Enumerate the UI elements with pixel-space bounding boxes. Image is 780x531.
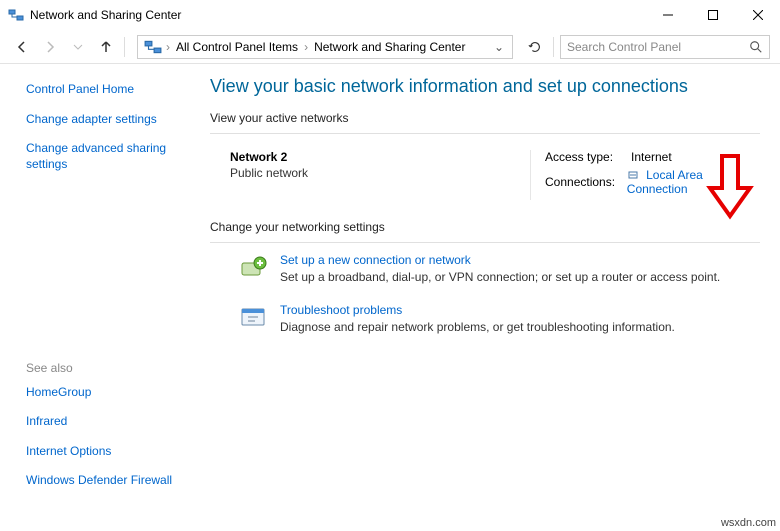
content-area: Control Panel Home Change adapter settin… [0, 64, 780, 515]
breadcrumb-current[interactable]: Network and Sharing Center [310, 40, 469, 54]
chevron-right-icon[interactable]: › [164, 40, 172, 54]
network-name: Network 2 [230, 150, 530, 164]
see-also-header: See also [26, 361, 198, 375]
toolbar-separator [553, 37, 554, 57]
setup-connection-icon [238, 253, 270, 285]
ethernet-icon [627, 170, 639, 182]
close-button[interactable] [735, 0, 780, 30]
access-type-label: Access type: [545, 150, 631, 164]
network-center-icon [8, 7, 24, 23]
access-type-value: Internet [631, 150, 672, 164]
divider [210, 133, 760, 134]
troubleshoot-icon [238, 303, 270, 335]
sidebar-change-adapter[interactable]: Change adapter settings [26, 112, 198, 128]
see-also-infrared[interactable]: Infrared [26, 414, 198, 430]
setup-connection-item: Set up a new connection or network Set u… [238, 253, 760, 285]
titlebar: Network and Sharing Center [0, 0, 780, 30]
setup-connection-desc: Set up a broadband, dial-up, or VPN conn… [280, 270, 720, 284]
window-title: Network and Sharing Center [30, 8, 645, 22]
sidebar-control-panel-home[interactable]: Control Panel Home [26, 82, 198, 98]
active-networks-header: View your active networks [210, 111, 760, 125]
sidebar-change-advanced[interactable]: Change advanced sharing settings [26, 141, 198, 172]
recent-dropdown[interactable] [66, 35, 90, 59]
divider [210, 242, 760, 243]
connections-label: Connections: [545, 175, 627, 189]
see-also-homegroup[interactable]: HomeGroup [26, 385, 198, 401]
search-icon[interactable] [749, 40, 763, 54]
see-also-firewall[interactable]: Windows Defender Firewall [26, 473, 198, 489]
search-input[interactable] [567, 40, 745, 54]
troubleshoot-link[interactable]: Troubleshoot problems [280, 303, 675, 317]
main-panel: View your basic network information and … [210, 64, 780, 515]
forward-button[interactable] [38, 35, 62, 59]
maximize-button[interactable] [690, 0, 735, 30]
network-center-icon [144, 38, 162, 56]
toolbar-separator [124, 37, 125, 57]
minimize-button[interactable] [645, 0, 690, 30]
page-title: View your basic network information and … [210, 76, 760, 97]
refresh-button[interactable] [523, 35, 547, 59]
chevron-right-icon[interactable]: › [302, 40, 310, 54]
toolbar: › All Control Panel Items › Network and … [0, 30, 780, 64]
back-button[interactable] [10, 35, 34, 59]
breadcrumb-root[interactable]: All Control Panel Items [172, 40, 302, 54]
up-button[interactable] [94, 35, 118, 59]
troubleshoot-item: Troubleshoot problems Diagnose and repai… [238, 303, 760, 335]
breadcrumb[interactable]: › All Control Panel Items › Network and … [137, 35, 513, 59]
change-settings-header: Change your networking settings [210, 220, 760, 234]
window-controls [645, 0, 780, 30]
see-also-internet-options[interactable]: Internet Options [26, 444, 198, 460]
sidebar: Control Panel Home Change adapter settin… [0, 64, 210, 515]
setup-connection-link[interactable]: Set up a new connection or network [280, 253, 720, 267]
troubleshoot-desc: Diagnose and repair network problems, or… [280, 320, 675, 334]
chevron-down-icon[interactable]: ⌄ [490, 40, 508, 54]
source-watermark: wsxdn.com [721, 517, 776, 529]
active-network-row: Network 2 Public network Access type: In… [210, 144, 760, 220]
search-box[interactable] [560, 35, 770, 59]
network-type: Public network [230, 166, 530, 180]
